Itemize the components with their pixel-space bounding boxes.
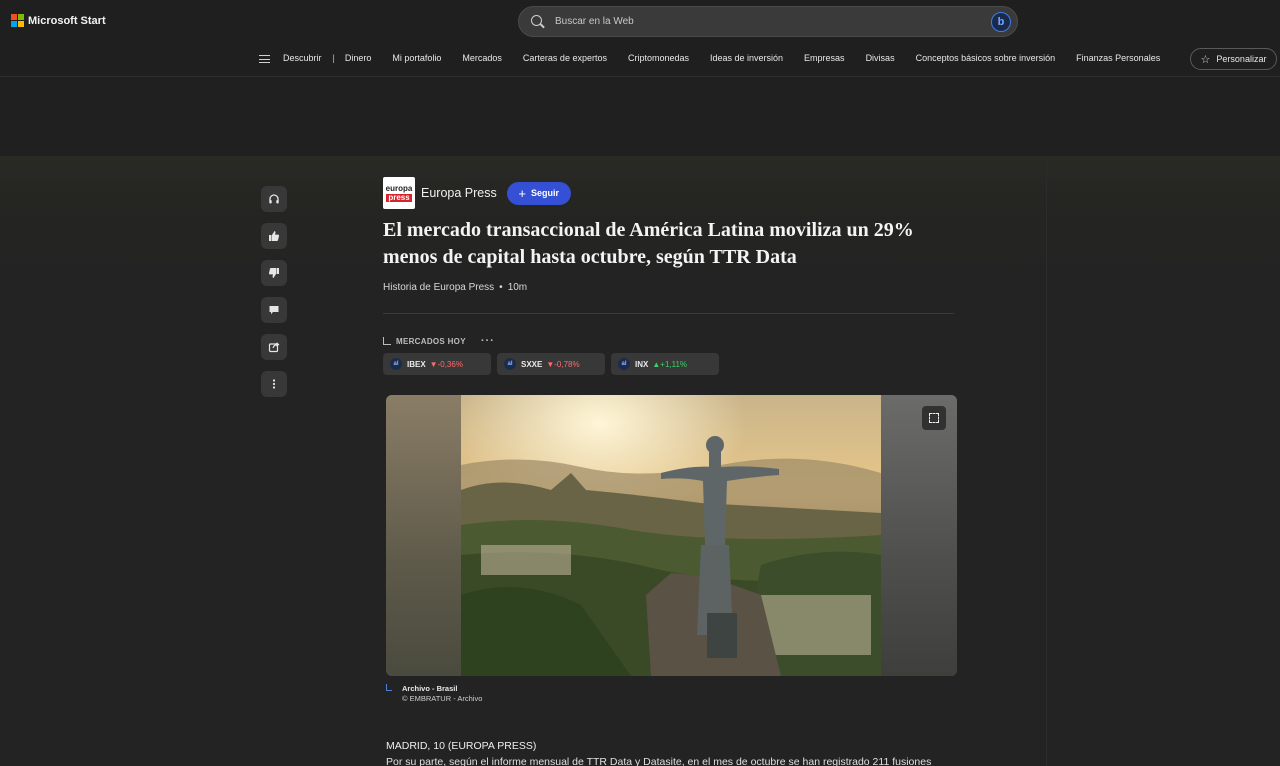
fullscreen-icon — [929, 413, 939, 423]
article-dateline: MADRID, 10 (EUROPA PRESS) — [386, 740, 537, 752]
caption-credit: © EMBRATUR - Archivo — [402, 694, 483, 703]
star-icon: ☆ — [1200, 53, 1211, 66]
thumbs-up-icon — [269, 231, 280, 241]
byline-source: Historia de Europa Press — [383, 282, 495, 293]
nav-items: Descubrir | Dinero Mi portafolio Mercado… — [283, 53, 1181, 63]
ticker-inx[interactable]: al INX ▲ +1,11% — [611, 353, 719, 375]
nav-item-descubrir[interactable]: Descubrir — [283, 53, 322, 63]
publisher-logo-line1: europa — [385, 183, 413, 193]
header-divider — [383, 313, 954, 314]
nav-item-carteras-de-expertos[interactable]: Carteras de expertos — [523, 53, 607, 63]
article-body-paragraph: Por su parte, según el informe mensual d… — [386, 756, 932, 766]
byline-time: 10m — [507, 282, 528, 293]
market-tickers: al IBEX ▼ -0,36% al SXXE ▼ -0,78% al INX… — [383, 353, 719, 375]
category-nav: Descubrir | Dinero Mi portafolio Mercado… — [0, 44, 1280, 77]
brand-name: Microsoft Start — [28, 14, 106, 27]
share-icon — [268, 342, 280, 353]
microsoft-logo-icon — [11, 14, 24, 27]
dislike-button[interactable] — [261, 260, 287, 286]
ticker-change: -0,78% — [554, 359, 580, 369]
comment-icon — [269, 306, 279, 315]
nav-item-conceptos-basicos[interactable]: Conceptos básicos sobre inversión — [916, 53, 1056, 63]
nav-item-divisas[interactable]: Divisas — [866, 53, 895, 63]
image-blur-right — [881, 395, 957, 676]
article-byline: Historia de Europa Press • 10m — [383, 282, 527, 293]
image-caption: Archivo - Brasil © EMBRATUR - Archivo — [386, 684, 482, 704]
search-input[interactable] — [555, 16, 975, 27]
headphones-icon — [269, 194, 279, 204]
nav-item-criptomonedas[interactable]: Criptomonedas — [628, 53, 689, 63]
ticker-ibex[interactable]: al IBEX ▼ -0,36% — [383, 353, 491, 375]
ticker-change: +1,11% — [660, 359, 688, 369]
index-icon: al — [504, 358, 516, 370]
christ-redeemer-photo — [461, 395, 881, 676]
article-actions — [261, 186, 287, 408]
share-button[interactable] — [261, 334, 287, 360]
nav-item-finanzas-personales[interactable]: Finanzas Personales — [1076, 53, 1160, 63]
markets-today-header: MERCADOS HOY ··· — [383, 335, 495, 347]
ticker-sxxe[interactable]: al SXXE ▼ -0,78% — [497, 353, 605, 375]
follow-label: Seguir — [531, 188, 560, 198]
brand-logo[interactable]: Microsoft Start — [11, 14, 106, 27]
index-icon: al — [390, 358, 402, 370]
nav-item-ideas-de-inversion[interactable]: Ideas de inversión — [710, 53, 783, 63]
nav-separator: | — [332, 53, 335, 63]
publisher-logo-line2: press — [386, 192, 412, 202]
chart-icon — [383, 337, 391, 345]
article-headline: El mercado transaccional de América Lati… — [383, 219, 914, 268]
hamburger-menu-icon[interactable] — [259, 55, 270, 63]
image-blur-left — [386, 395, 461, 676]
ticker-symbol: SXXE — [521, 359, 543, 369]
down-arrow-icon: ▼ — [546, 359, 555, 369]
plus-icon: + — [518, 185, 527, 201]
search-bar[interactable]: b — [518, 6, 1018, 37]
search-icon — [531, 14, 545, 29]
top-bar: Microsoft Start b — [0, 0, 1280, 44]
listen-button[interactable] — [261, 186, 287, 212]
publisher-header: europa press Europa Press + Seguir — [383, 177, 571, 209]
nav-item-empresas[interactable]: Empresas — [804, 53, 845, 63]
ad-banner-area — [0, 78, 1280, 156]
article-hero-image[interactable] — [386, 395, 957, 676]
byline-dot: • — [499, 282, 503, 293]
comment-button[interactable] — [261, 297, 287, 323]
down-arrow-icon: ▼ — [429, 359, 438, 369]
thumbs-down-icon — [268, 268, 279, 278]
up-arrow-icon: ▲ — [652, 359, 661, 369]
nav-item-mi-portafolio[interactable]: Mi portafolio — [392, 53, 441, 63]
caption-title: Archivo - Brasil — [402, 684, 458, 693]
publisher-logo[interactable]: europa press — [383, 177, 415, 209]
follow-button[interactable]: + Seguir — [506, 181, 571, 205]
caption-corner-icon — [386, 684, 392, 691]
more-vertical-icon — [272, 379, 276, 389]
right-rail-divider — [1046, 156, 1047, 766]
nav-item-dinero[interactable]: Dinero — [345, 53, 372, 63]
publisher-name[interactable]: Europa Press — [421, 186, 497, 200]
ticker-change: -0,36% — [437, 359, 463, 369]
nav-item-mercados[interactable]: Mercados — [462, 53, 502, 63]
bing-icon[interactable]: b — [991, 12, 1011, 32]
index-icon: al — [618, 358, 630, 370]
like-button[interactable] — [261, 223, 287, 249]
personalize-button[interactable]: ☆ Personalizar — [1190, 48, 1277, 70]
ticker-symbol: INX — [635, 359, 649, 369]
ticker-symbol: IBEX — [407, 359, 426, 369]
more-options-button[interactable] — [261, 371, 287, 397]
more-horizontal-icon[interactable]: ··· — [481, 335, 495, 347]
personalize-label: Personalizar — [1216, 54, 1267, 64]
markets-today-label: MERCADOS HOY — [396, 336, 466, 346]
expand-image-button[interactable] — [922, 406, 946, 430]
